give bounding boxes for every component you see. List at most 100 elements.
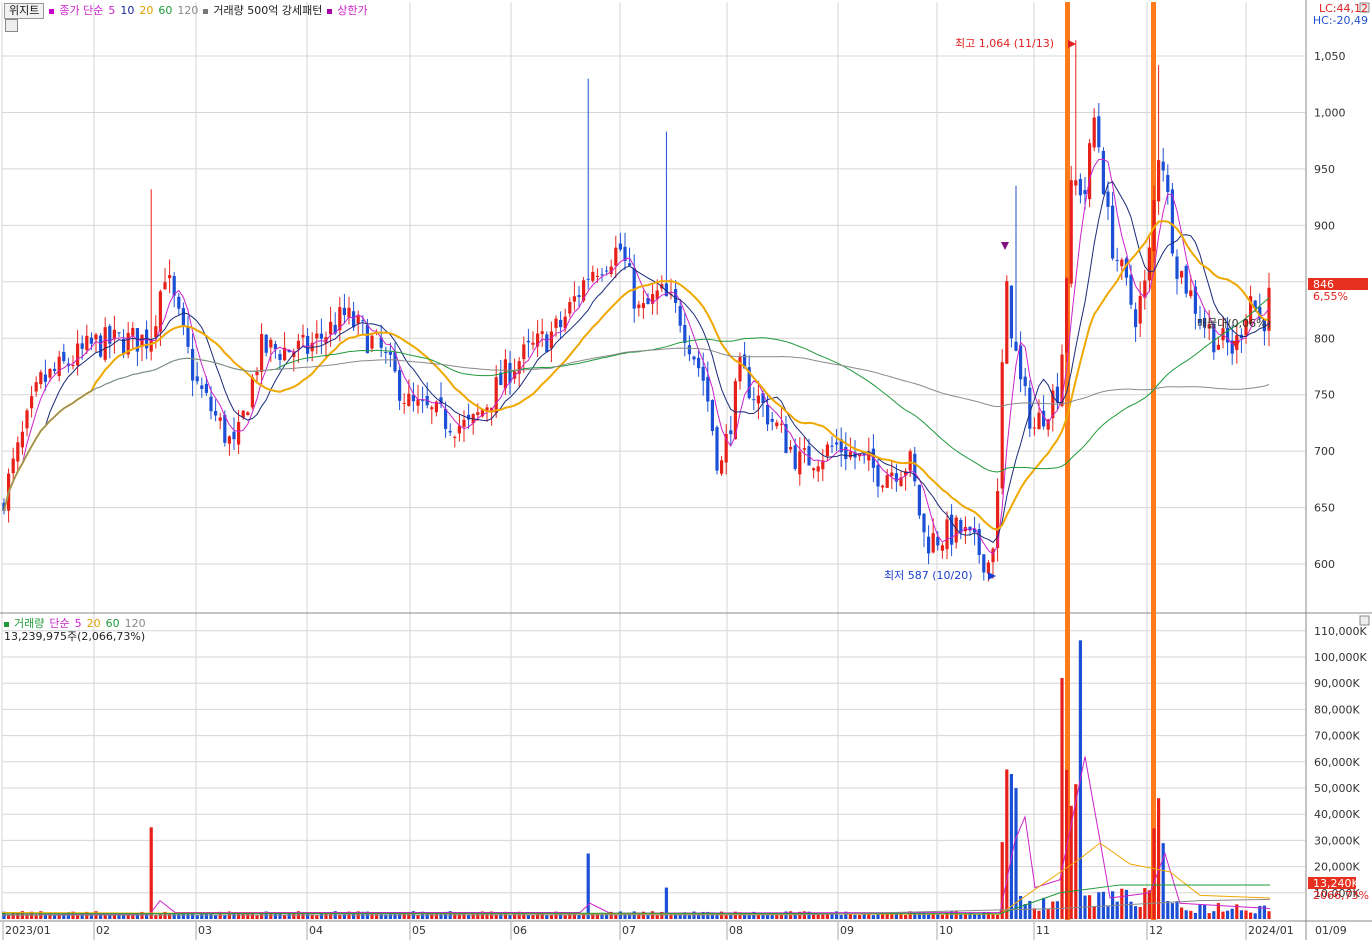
- volume-bar: [1175, 901, 1179, 919]
- volume-bar: [885, 913, 889, 919]
- candle-body: [545, 334, 549, 353]
- volume-bar: [1253, 913, 1257, 919]
- candle-body: [315, 333, 319, 339]
- price-tick-label: 800: [1314, 332, 1335, 345]
- current-price-change: 6,55%: [1313, 290, 1348, 303]
- candle-body: [526, 340, 530, 343]
- price-tick-label: 950: [1314, 163, 1335, 176]
- candle-body: [568, 302, 572, 314]
- candle-body: [388, 351, 392, 355]
- volume-filter-label[interactable]: 거래량 500억 강세패턴: [213, 4, 322, 17]
- candle-body: [342, 307, 346, 316]
- candle-body: [444, 409, 448, 429]
- candle-body: [402, 402, 406, 404]
- volume-bar: [858, 914, 862, 919]
- candle-body: [591, 271, 595, 281]
- volume-bar: [1203, 904, 1207, 919]
- ma20-label: 20: [139, 4, 154, 17]
- candle-body: [1074, 180, 1078, 186]
- volume-bar: [1138, 906, 1142, 919]
- date-tick-label: 2023/01: [5, 924, 51, 937]
- volume-bar: [545, 915, 549, 919]
- candle-body: [922, 513, 926, 533]
- ma60-label: 60: [158, 4, 173, 17]
- volume-bar: [301, 913, 305, 919]
- candle-body: [586, 278, 590, 280]
- volume-bar: [1046, 909, 1050, 919]
- volume-bar: [577, 915, 581, 919]
- ma-label[interactable]: 종가 단순: [59, 4, 103, 17]
- candle-body: [227, 436, 231, 444]
- candle-body: [683, 324, 687, 343]
- low-annotation: 최저 587 (10/20): [884, 569, 973, 582]
- date-tick-label: 02: [96, 924, 110, 937]
- volume-bar: [899, 914, 903, 919]
- date-tick-label: 07: [622, 924, 636, 937]
- candle-body: [260, 333, 264, 373]
- volume-bar: [1005, 769, 1009, 919]
- volume-ma-label[interactable]: 단순: [49, 617, 69, 630]
- volume-bar: [1032, 908, 1036, 919]
- volume-bar: [1120, 888, 1124, 919]
- candle-body: [812, 468, 816, 471]
- candle-body: [540, 331, 544, 334]
- filter-square-icon: [203, 8, 209, 14]
- volume-current-text: 13,239,975주(2,066,73%): [4, 630, 146, 643]
- candle-body: [319, 333, 323, 339]
- volume-tick-label: 20,000K: [1314, 861, 1360, 874]
- candle-body: [43, 374, 47, 382]
- candle-body: [692, 356, 696, 360]
- volume-bar: [1212, 911, 1216, 919]
- candle-body: [931, 533, 935, 553]
- candle-body: [881, 485, 885, 488]
- candle-body: [476, 412, 480, 415]
- volume-bar: [1180, 907, 1184, 919]
- volume-bar: [1055, 901, 1059, 919]
- candle-body: [365, 325, 369, 354]
- settings-icon[interactable]: [5, 19, 18, 32]
- candle-body: [729, 430, 733, 435]
- candle-body: [200, 385, 204, 389]
- candle-body: [71, 364, 75, 366]
- date-tick-label: 09: [840, 924, 854, 937]
- candle-body: [1101, 150, 1105, 195]
- candle-body: [250, 377, 254, 408]
- date-tick-label: 06: [513, 924, 527, 937]
- candle-body: [1166, 175, 1170, 192]
- limit-up-label[interactable]: 상한가: [337, 4, 367, 17]
- date-tick-label: 08: [729, 924, 743, 937]
- price-tick-label: 700: [1314, 445, 1335, 458]
- candle-body: [835, 442, 839, 445]
- candle-body: [1005, 281, 1009, 364]
- background: [0, 0, 1372, 940]
- candle-body: [85, 335, 89, 351]
- date-tick-label: 05: [412, 924, 426, 937]
- candle-body: [816, 466, 820, 472]
- balance-annotation: 매물대(0,06%): [1197, 317, 1271, 330]
- date-tick-label: 04: [309, 924, 323, 937]
- candle-body: [844, 446, 848, 460]
- price-tick-label: 750: [1314, 389, 1335, 402]
- candle-body: [577, 295, 581, 298]
- candle-body: [25, 410, 29, 429]
- candle-body: [554, 318, 558, 328]
- volume-bar: [812, 914, 816, 919]
- candle-body: [825, 444, 829, 457]
- widget-tab[interactable]: 위지트: [4, 3, 45, 19]
- candlestick-chart: 1,0501,000950900850800750700650600110,00…: [0, 0, 1372, 940]
- candle-body: [1180, 271, 1184, 278]
- candle-body: [163, 282, 167, 290]
- volume-tick-label: 60,000K: [1314, 756, 1360, 769]
- volume-bar: [508, 914, 512, 919]
- highlight-band: [1151, 2, 1156, 920]
- candle-body: [848, 451, 852, 458]
- volume-tick-label: 110,000K: [1314, 625, 1367, 638]
- candle-body: [214, 411, 218, 416]
- volume-label[interactable]: 거래량: [14, 617, 44, 630]
- candle-body: [614, 247, 618, 266]
- volume-bar: [283, 914, 287, 919]
- date-tick-label: 11: [1036, 924, 1050, 937]
- candle-body: [1157, 160, 1161, 202]
- candle-body: [301, 334, 305, 338]
- candle-body: [549, 331, 553, 349]
